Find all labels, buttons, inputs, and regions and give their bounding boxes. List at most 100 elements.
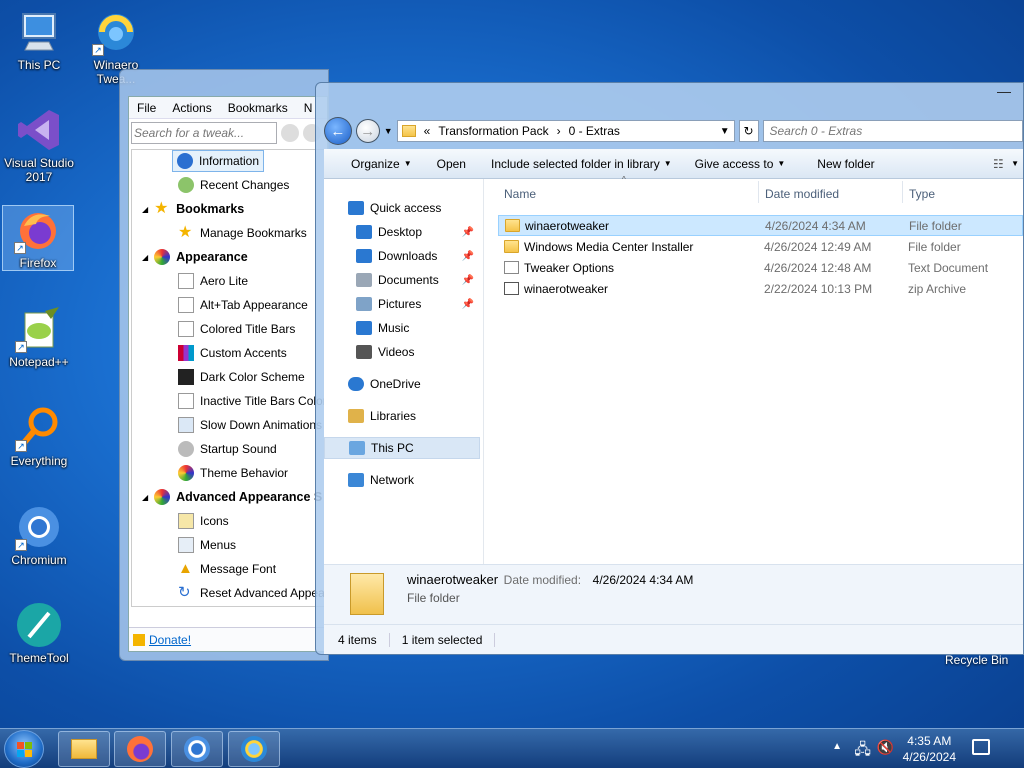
refresh-button[interactable]: ↻: [738, 120, 759, 142]
pin-icon[interactable]: 📌: [462, 227, 474, 238]
donate-link[interactable]: Donate!: [149, 633, 191, 647]
details-file-name: winaerotweaker: [407, 572, 499, 587]
winaero-tweaker-window[interactable]: File Actions Bookmarks N Search for a tw…: [119, 69, 329, 661]
tree-item-theme-behavior[interactable]: Theme Behavior: [178, 462, 288, 484]
taskbar-chromium[interactable]: [171, 731, 223, 767]
menu-icon: [178, 537, 194, 553]
give-access-button[interactable]: Give access to ▼: [681, 149, 800, 179]
forward-button[interactable]: →: [355, 119, 380, 143]
search-input[interactable]: Search 0 - Extras: [762, 120, 1023, 142]
breadcrumb-transformation-pack[interactable]: Transformation Pack: [438, 124, 548, 138]
back-arrow-icon[interactable]: [281, 124, 299, 142]
tree-item-inactive-title-bars[interactable]: Inactive Title Bars Color: [178, 390, 326, 412]
nav-item-libraries[interactable]: Libraries: [324, 405, 480, 427]
desktop-icon-visual-studio[interactable]: Visual Studio 2017: [3, 106, 75, 184]
winaero-icon: [241, 736, 267, 762]
address-bar[interactable]: « Transformation Pack › 0 - Extras ▼: [396, 120, 735, 142]
desktop-icon-notepadpp[interactable]: ↗ Notepad++: [3, 305, 75, 369]
tree-item-menus[interactable]: Menus: [178, 534, 236, 556]
view-icon: ☷: [992, 156, 1004, 171]
back-button[interactable]: ←: [324, 117, 352, 145]
breadcrumb-extras[interactable]: 0 - Extras: [569, 124, 620, 138]
desktop-icon-themetool[interactable]: ThemeTool: [3, 601, 75, 665]
pin-icon[interactable]: 📌: [462, 299, 474, 310]
organize-button[interactable]: Organize ▼: [342, 149, 421, 179]
show-hidden-icons-icon[interactable]: ▲: [832, 741, 842, 752]
view-options-button[interactable]: ☷ ▼: [985, 149, 1023, 179]
tree-item-startup-sound[interactable]: Startup Sound: [178, 438, 277, 460]
nav-item-this-pc[interactable]: This PC: [324, 437, 480, 459]
open-button[interactable]: Open: [421, 149, 482, 179]
chevron-down-icon[interactable]: ▼: [720, 126, 730, 137]
taskbar-winaero-tweaker[interactable]: [228, 731, 280, 767]
tree-item-custom-accents[interactable]: Custom Accents: [178, 342, 287, 364]
tree-item-colored-title-bars[interactable]: Colored Title Bars: [178, 318, 295, 340]
desktop-icon-chromium[interactable]: ↗ Chromium: [3, 503, 75, 567]
column-header-date[interactable]: Date modified: [765, 187, 839, 209]
tree-item-alt-tab[interactable]: Alt+Tab Appearance: [178, 294, 308, 316]
menu-file[interactable]: File: [129, 101, 164, 115]
menu-bookmarks[interactable]: Bookmarks: [220, 101, 296, 115]
desktop-icon-firefox[interactable]: ↗ Firefox: [2, 205, 74, 271]
taskbar-clock[interactable]: 4:35 AM 4/26/2024: [903, 733, 956, 765]
new-folder-button[interactable]: New folder: [799, 149, 892, 179]
nav-item-pictures[interactable]: Pictures 📌: [324, 293, 480, 315]
tree-item-message-font[interactable]: ▲ Message Font: [178, 558, 276, 580]
volume-muted-icon[interactable]: 🔇: [877, 739, 894, 756]
tree-item-dark-color-scheme[interactable]: Dark Color Scheme: [178, 366, 305, 388]
minimize-button[interactable]: —: [993, 83, 1015, 101]
file-explorer-window[interactable]: — ← → ▼ « Transformation Pack › 0 - Extr…: [315, 82, 1024, 655]
column-header-name[interactable]: Name: [504, 187, 536, 209]
file-row[interactable]: winaerotweaker 2/22/2024 10:13 PM zip Arch…: [498, 278, 1023, 299]
recent-locations-dropdown-icon[interactable]: ▼: [384, 126, 393, 136]
tree-item-aero-lite[interactable]: Aero Lite: [178, 270, 248, 292]
details-type: File folder: [407, 591, 460, 605]
tree-item-manage-bookmarks[interactable]: ★ Manage Bookmarks: [178, 222, 307, 244]
desktop-icon-label: Chromium: [11, 553, 67, 567]
tree-item-icons[interactable]: Icons: [178, 510, 229, 532]
nav-item-videos[interactable]: Videos: [324, 341, 480, 363]
start-button[interactable]: [4, 730, 44, 768]
column-header-type[interactable]: Type: [909, 187, 935, 209]
file-row[interactable]: winaerotweaker 4/26/2024 4:34 AM File fold…: [498, 215, 1023, 236]
status-bar: 4 items 1 item selected: [324, 624, 1023, 654]
tweak-search-input[interactable]: Search for a tweak...: [131, 122, 277, 144]
warning-icon: ▲: [178, 560, 193, 577]
documents-icon: [356, 273, 372, 287]
file-row[interactable]: Windows Media Center Installer 4/26/2024 …: [498, 236, 1023, 257]
notifications-icon[interactable]: [972, 739, 990, 755]
network-icon[interactable]: 🖧: [854, 739, 871, 764]
tree-item-information[interactable]: Information: [172, 150, 265, 172]
include-in-library-button[interactable]: Include selected folder in library ▼: [482, 149, 681, 179]
pin-icon[interactable]: 📌: [462, 275, 474, 286]
tree-header-appearance[interactable]: ◢ Appearance: [142, 246, 248, 268]
tree-item-recent-changes[interactable]: Recent Changes: [178, 174, 289, 196]
menu-actions[interactable]: Actions: [164, 101, 219, 115]
desktop-icon-this-pc[interactable]: This PC: [3, 8, 75, 72]
file-row[interactable]: Tweaker Options 4/26/2024 12:48 AM Text Do…: [498, 257, 1023, 278]
collapse-arrow-icon[interactable]: ◢: [142, 253, 148, 262]
collapse-arrow-icon[interactable]: ◢: [142, 493, 148, 502]
breadcrumb-overflow[interactable]: «: [424, 124, 431, 138]
collapse-arrow-icon[interactable]: ◢: [142, 205, 148, 214]
taskbar-firefox[interactable]: [114, 731, 166, 767]
pin-icon[interactable]: 📌: [462, 251, 474, 262]
tree-item-slow-animations[interactable]: Slow Down Animations: [178, 414, 322, 436]
nav-item-music[interactable]: Music: [324, 317, 480, 339]
nav-item-network[interactable]: Network: [324, 469, 480, 491]
tree-header-bookmarks[interactable]: ◢ ★ Bookmarks: [142, 198, 244, 220]
recycle-bin-label[interactable]: Recycle Bin: [945, 653, 1008, 667]
nav-item-onedrive[interactable]: OneDrive: [324, 373, 480, 395]
nav-item-quick-access[interactable]: Quick access: [324, 197, 480, 219]
tree-header-advanced-appearance[interactable]: ◢ Advanced Appearance S: [142, 486, 322, 508]
taskbar-file-explorer[interactable]: [58, 731, 110, 767]
nav-item-desktop[interactable]: Desktop 📌: [324, 221, 480, 243]
shortcut-arrow-icon: ↗: [15, 539, 27, 551]
file-name: winaerotweaker: [525, 218, 610, 233]
file-list: ^ Name Date modified Type winaerotweaker…: [486, 175, 1023, 594]
nav-item-downloads[interactable]: Downloads 📌: [324, 245, 480, 267]
chevron-down-icon: ▼: [777, 159, 786, 169]
nav-item-documents[interactable]: Documents 📌: [324, 269, 480, 291]
desktop-icon-everything[interactable]: ↗ Everything: [3, 404, 75, 468]
tree-item-reset-advanced[interactable]: ↻ Reset Advanced Appear: [178, 582, 326, 604]
